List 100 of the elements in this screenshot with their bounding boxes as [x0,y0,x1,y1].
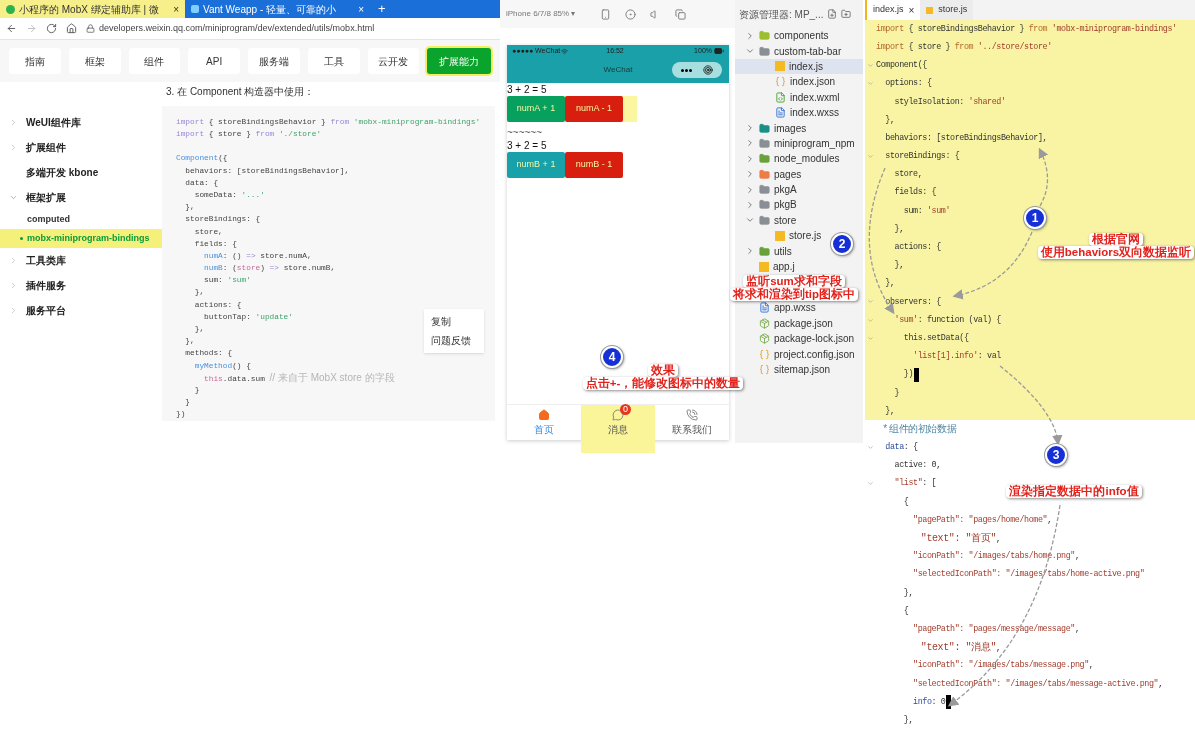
sidebar-item[interactable]: 服务平台 [0,298,162,323]
fold-icon[interactable] [867,334,874,342]
tab-title: 小程序的 MobX 绑定辅助库 | 微 [19,2,160,17]
menu-item[interactable]: 问题反馈 [431,333,477,348]
nav-tab[interactable]: 服务端 [248,48,300,74]
code-line: }, [902,713,913,727]
sidebar-item[interactable]: 插件服务 [0,273,162,298]
braces-icon [775,76,786,88]
browser-tab[interactable]: 小程序的 MobX 绑定辅助库 | 微 × [0,0,185,18]
sidebar-item[interactable]: 多端开发 kbone [0,160,162,185]
nav-tab[interactable]: 云开发 [367,48,420,74]
chevron-right-icon [745,246,755,257]
tree-item[interactable]: store [735,212,799,229]
tree-item[interactable]: images [735,120,809,136]
package-icon [759,333,770,345]
code-line: data: { [884,441,918,454]
tree-item[interactable]: package.json [735,315,835,332]
page-icon [191,5,199,13]
tree-item[interactable]: pkgA [735,181,799,198]
tree-item[interactable]: utils [735,243,794,259]
nav-tab[interactable]: 指南 [9,48,61,74]
code-line: "pagePath": "pages/home/home", [912,513,1052,527]
tree-item[interactable]: index.json [735,74,838,90]
tree-item[interactable]: components [735,28,831,44]
fold-icon[interactable] [867,80,874,88]
nav-tab[interactable]: API [188,48,240,74]
editor-tab[interactable]: index.js × [865,0,921,20]
nav-tab[interactable]: 组件 [128,48,181,74]
code-line: }, [884,404,895,418]
chevron-right-icon [745,138,755,149]
sidebar-subitem[interactable]: computed [0,210,162,229]
fold-icon[interactable] [867,61,874,69]
tree-item[interactable]: miniprogram_npm [735,135,857,152]
code-line: 'list[1].info': val [912,350,1001,363]
wifi-icon [561,47,569,55]
code-line: "pagePath": "pages/message/message", [912,622,1080,636]
code-line: styleIsolation: 'shared' [893,95,1006,109]
chevron-right-icon [745,123,755,134]
windows-icon[interactable] [675,8,686,20]
tree-item[interactable]: project.config.json [735,346,857,362]
new-folder-icon[interactable] [841,9,852,19]
address-field[interactable]: developers.weixin.qq.com/miniprogram/dev/extended/utils/mobx.html [99,21,375,36]
forward-icon[interactable] [26,23,37,34]
page-title: WeChat [603,64,633,76]
tree-item[interactable]: node_modules [735,151,842,167]
tree-item[interactable]: store.js [735,228,824,244]
code-line: options: { [884,77,932,90]
tree-item[interactable]: pages [735,166,804,182]
menu-item[interactable]: 复制 [431,314,477,329]
fold-icon[interactable] [867,480,874,488]
back-icon[interactable] [6,23,17,34]
capsule-menu[interactable] [672,62,722,78]
tree-item[interactable]: index.wxml [735,89,842,105]
tree-item[interactable]: app.j [735,258,797,275]
counter-button[interactable]: numB - 1 [565,152,623,178]
tab-title: Vant Weapp - 轻量、可靠的小 [203,2,337,17]
tabbar-item[interactable]: 首页 [532,408,556,437]
close-icon[interactable]: × [173,1,179,17]
close-icon[interactable]: × [358,1,364,17]
code-line: * 组件的初始数据 [882,422,957,437]
fold-icon[interactable] [867,443,874,451]
sidebar-item[interactable]: 扩展组件 [0,135,162,160]
new-file-icon[interactable] [827,9,838,19]
tree-item[interactable]: index.js [735,58,863,75]
reload-icon[interactable] [46,23,57,34]
sidebar-item[interactable]: 工具类库 [0,248,162,273]
sidebar-item[interactable]: WeUI组件库 [0,110,162,135]
home-icon[interactable] [66,23,77,34]
new-tab-button[interactable]: + [370,0,394,18]
phone-icon [686,408,698,421]
sidebar-item[interactable]: 框架扩展 [0,185,162,210]
tree-item[interactable]: index.wxss [735,104,841,121]
bullet-icon [20,237,23,240]
code-line: }, [902,586,913,600]
tree-item[interactable]: sitemap.json [735,361,833,378]
code-line: behaviors: [storeBindingsBehavior], [884,131,1048,145]
tabbar-item[interactable]: 联系我们 [670,408,714,437]
code-line: }, [884,113,895,127]
fold-icon[interactable] [867,316,874,324]
tree-item[interactable]: custom-tab-bar [735,43,844,59]
code-line: "selectedIconPath": "/images/tabs/home-active.png" [912,568,1145,581]
nav-tab[interactable]: 工具 [307,48,360,74]
close-icon[interactable]: × [908,2,915,18]
tree-item[interactable]: package-lock.json [735,331,857,347]
js-file-icon [926,6,934,14]
home-icon [538,408,550,421]
counter-button[interactable]: numA - 1 [565,96,623,122]
js-file-icon [775,230,785,241]
fold-icon[interactable] [867,152,874,160]
phone-icon[interactable] [600,8,611,20]
tree-item[interactable]: pkgB [735,197,799,213]
lock-icon [86,24,95,33]
record-icon[interactable] [625,8,636,20]
braces-icon [759,364,770,375]
fold-icon[interactable] [867,298,874,306]
tree-item[interactable]: app.wxss [735,300,818,316]
device-selector[interactable]: iPhone 6/7/8 85% ▾ [506,8,586,20]
nav-tab[interactable]: 框架 [68,48,121,74]
editor-tab[interactable]: store.js [920,0,974,20]
callout-text: 根据官网 [1089,233,1143,246]
